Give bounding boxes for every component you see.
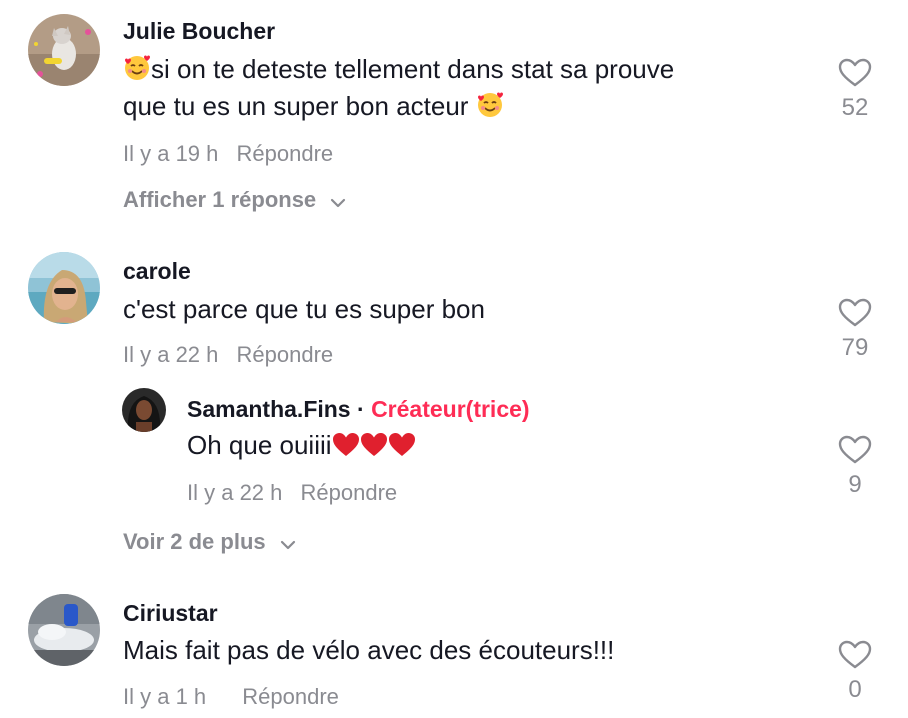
avatar[interactable] xyxy=(28,252,100,324)
comment-text-line-2: que tu es un super bon acteur xyxy=(123,91,469,121)
like-button[interactable]: 0 xyxy=(825,640,885,704)
avatar[interactable] xyxy=(28,594,100,666)
comment-timestamp: Il y a 1 h xyxy=(123,684,207,709)
separator-dot: · xyxy=(357,396,365,422)
comment-timestamp: Il y a 19 h xyxy=(123,141,219,166)
comment-item: Julie Boucher si on te deteste tellement… xyxy=(0,0,908,230)
smiling-face-with-hearts-icon xyxy=(476,91,504,128)
comment-item: carole c'est parce que tu es super bon I… xyxy=(0,240,908,570)
show-replies-button[interactable]: Afficher 1 réponse xyxy=(123,187,346,214)
comment-meta: Il y a 1 h Répondre xyxy=(123,684,339,710)
heart-outline-icon xyxy=(825,298,885,328)
reply-timestamp: Il y a 22 h xyxy=(187,480,283,505)
view-more-label: Voir 2 de plus xyxy=(123,529,266,554)
like-count: 0 xyxy=(848,676,862,703)
heart-outline-icon xyxy=(825,640,885,670)
show-replies-label: Afficher 1 réponse xyxy=(123,187,317,212)
red-heart-icon xyxy=(388,431,416,467)
like-count: 79 xyxy=(841,334,869,361)
like-button[interactable]: 79 xyxy=(825,298,885,362)
comment-text: c'est parce que tu es super bon xyxy=(123,294,485,324)
comment-text: que tu es un super bon acteur xyxy=(123,88,504,128)
reply-button[interactable]: Répondre xyxy=(242,684,339,709)
view-more-replies-button[interactable]: Voir 2 de plus xyxy=(123,529,296,556)
chevron-down-icon xyxy=(280,530,296,556)
heart-outline-icon xyxy=(825,435,885,465)
creator-badge: Créateur(trice) xyxy=(371,396,530,422)
reply-username[interactable]: Samantha.Fins xyxy=(187,396,351,422)
red-heart-icon xyxy=(360,431,388,467)
avatar[interactable] xyxy=(28,14,100,86)
comment-meta: Il y a 19 h Répondre xyxy=(123,141,333,167)
reply-button[interactable]: Répondre xyxy=(237,141,334,166)
like-count: 52 xyxy=(841,94,869,121)
comment-meta: Il y a 22 h Répondre xyxy=(123,342,333,368)
comment-item: Ciriustar Mais fait pas de vélo avec des… xyxy=(0,580,908,718)
reply-button[interactable]: Répondre xyxy=(237,342,334,367)
heart-outline-icon xyxy=(825,58,885,88)
comment-username[interactable]: carole xyxy=(123,258,191,285)
comment-text-line-1: si on te deteste tellement dans stat sa … xyxy=(151,54,675,84)
chevron-down-icon xyxy=(330,188,346,214)
reply-meta: Il y a 22 h Répondre xyxy=(187,480,397,506)
comment-username[interactable]: Ciriustar xyxy=(123,600,218,627)
like-button[interactable]: 52 xyxy=(825,58,885,122)
avatar[interactable] xyxy=(122,388,166,432)
comment-username[interactable]: Julie Boucher xyxy=(123,18,275,45)
like-count: 9 xyxy=(848,471,862,498)
comment-timestamp: Il y a 22 h xyxy=(123,342,219,367)
like-button[interactable]: 9 xyxy=(825,435,885,499)
comment-text: Mais fait pas de vélo avec des écouteurs… xyxy=(123,635,615,665)
reply-username-row: Samantha.Fins · Créateur(trice) xyxy=(187,396,530,423)
red-heart-icon xyxy=(332,431,360,467)
reply-button[interactable]: Répondre xyxy=(301,480,398,505)
comment-text: si on te deteste tellement dans stat sa … xyxy=(123,51,674,91)
reply-text-content: Oh que ouiiii xyxy=(187,430,332,460)
smiling-face-with-hearts-icon xyxy=(123,54,151,91)
reply-text: Oh que ouiiii xyxy=(187,427,416,467)
